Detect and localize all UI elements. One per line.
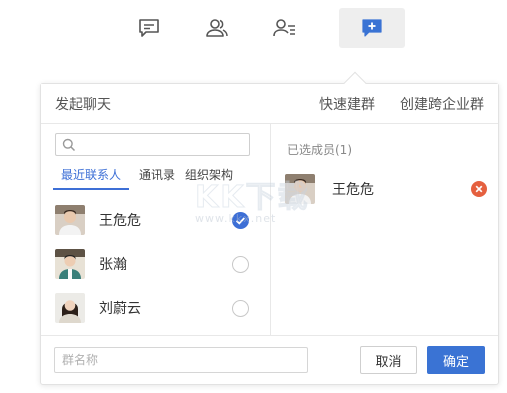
group-name-input[interactable] bbox=[54, 347, 308, 373]
new-chat-button[interactable] bbox=[339, 8, 405, 48]
contact-name: 张瀚 bbox=[99, 257, 127, 273]
panel-footer: 取消 确定 bbox=[41, 336, 498, 384]
search-input[interactable] bbox=[55, 133, 250, 156]
confirm-button[interactable]: 确定 bbox=[427, 346, 485, 374]
quick-group-link[interactable]: 快速建群 bbox=[319, 94, 375, 114]
tab-address-book[interactable]: 通讯录 bbox=[139, 166, 175, 190]
contact-picker: 最近联系人 通讯录 组织架构 王危危 张瀚 刘蔚云 bbox=[41, 124, 271, 335]
remove-icon[interactable] bbox=[471, 181, 487, 197]
message-icon bbox=[139, 19, 159, 37]
tab-recent-contacts[interactable]: 最近联系人 bbox=[53, 166, 130, 190]
cancel-button[interactable]: 取消 bbox=[360, 346, 417, 374]
top-toolbar bbox=[117, 8, 409, 50]
contact-list-icon bbox=[273, 19, 295, 37]
contact-tabs: 最近联系人 通讯录 组织架构 bbox=[53, 166, 233, 190]
contact-list-button[interactable] bbox=[253, 8, 317, 48]
messages-button[interactable] bbox=[117, 8, 181, 48]
header-links: 快速建群 创建跨企业群 bbox=[319, 94, 484, 114]
avatar bbox=[55, 293, 85, 323]
contact-name: 刘蔚云 bbox=[99, 301, 141, 317]
panel-body: 最近联系人 通讯录 组织架构 王危危 张瀚 刘蔚云 已选成员(1) 王危危 bbox=[41, 124, 498, 336]
new-chat-plus-icon bbox=[362, 19, 382, 37]
avatar bbox=[55, 249, 85, 279]
selected-member-item: 王危危 bbox=[285, 173, 487, 205]
checked-icon[interactable] bbox=[232, 211, 249, 229]
selected-member-name: 王危危 bbox=[332, 182, 374, 198]
list-item[interactable]: 张瀚 bbox=[41, 242, 270, 286]
cross-enterprise-group-link[interactable]: 创建跨企业群 bbox=[400, 94, 484, 114]
tab-org-structure[interactable]: 组织架构 bbox=[185, 166, 233, 190]
contacts-button[interactable] bbox=[185, 8, 249, 48]
list-item[interactable]: 刘蔚云 bbox=[41, 286, 270, 330]
contacts-icon bbox=[206, 19, 228, 37]
avatar bbox=[55, 205, 85, 235]
contact-list: 王危危 张瀚 刘蔚云 bbox=[41, 198, 270, 330]
panel-header: 发起聊天 快速建群 创建跨企业群 bbox=[41, 84, 498, 124]
unchecked-icon[interactable] bbox=[232, 255, 249, 273]
contact-name: 王危危 bbox=[99, 213, 141, 229]
unchecked-icon[interactable] bbox=[232, 299, 249, 317]
selected-count-label: 已选成员(1) bbox=[287, 143, 352, 157]
list-item[interactable]: 王危危 bbox=[41, 198, 270, 242]
search-icon bbox=[62, 138, 76, 152]
selected-members: 已选成员(1) 王危危 bbox=[271, 124, 498, 335]
avatar bbox=[285, 174, 315, 204]
panel-title: 发起聊天 bbox=[55, 96, 111, 113]
start-chat-panel: 发起聊天 快速建群 创建跨企业群 最近联系人 通讯录 组织架构 王危危 张瀚 刘… bbox=[40, 83, 499, 385]
